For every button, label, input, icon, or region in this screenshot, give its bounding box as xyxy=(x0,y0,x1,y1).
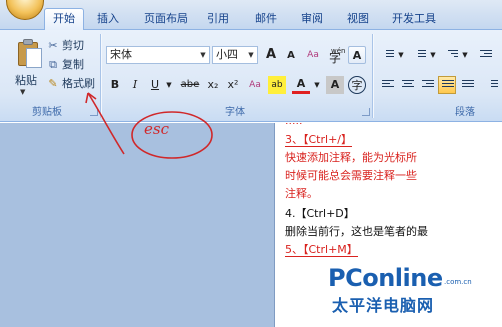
pconline-chinese-name: 太平洋电脑网 xyxy=(332,296,435,315)
annotation-label: esc xyxy=(144,120,169,138)
pconline-logo: PConline xyxy=(328,264,443,292)
annotation-arrow xyxy=(87,92,125,155)
pconline-domain: .com.cn xyxy=(444,278,472,286)
